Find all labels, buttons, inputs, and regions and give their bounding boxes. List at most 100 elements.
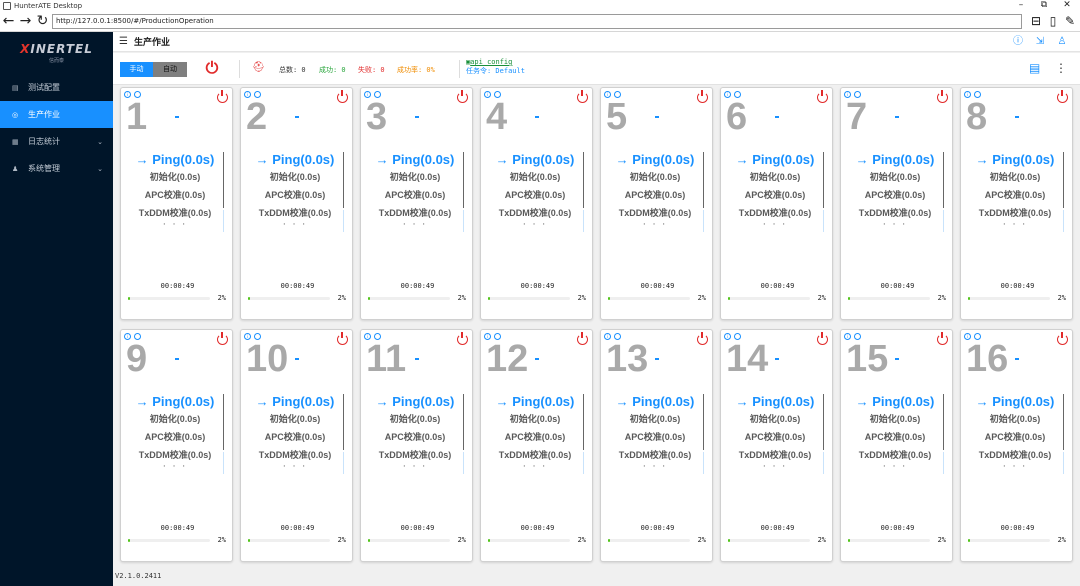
step-item: 初始化(0.0s) [149, 172, 201, 182]
station-card[interactable]: i 7 → Ping(0.0s) 初始化(0.0s) APC校准(0.0s) TxDDM校… [840, 87, 953, 320]
scrollbar-thumb[interactable] [942, 394, 944, 450]
power-icon[interactable] [337, 90, 348, 103]
scrollbar-thumb[interactable] [702, 394, 704, 450]
forward-arrow-icon[interactable]: → [17, 13, 34, 31]
step-item: APC校准(0.0s) [984, 432, 1046, 442]
config-info: ▣api_config 任务令: Default [466, 58, 525, 76]
power-icon[interactable]: ⏻ [204, 59, 220, 77]
power-icon[interactable] [217, 332, 228, 345]
power-icon[interactable] [1057, 90, 1068, 103]
scrollbar-thumb[interactable] [222, 152, 224, 208]
progress-bar [248, 297, 330, 300]
book-icon[interactable]: ▯ [1046, 14, 1060, 29]
menu-fold-icon[interactable]: ☰ [119, 36, 128, 47]
sidebar-item-system[interactable]: ♟ 系统管理 ⌄ [0, 155, 113, 182]
step-item: · · · [882, 464, 908, 470]
step-list: → Ping(0.0s) 初始化(0.0s) APC校准(0.0s) TxDDM校准(… [241, 394, 349, 470]
progress-percent: 2% [697, 536, 706, 544]
minimize-button[interactable]: – [1011, 0, 1031, 12]
station-card[interactable]: i 10 → Ping(0.0s) 初始化(0.0s) APC校准(0.0s) TxDDM… [240, 329, 353, 562]
scrollbar-track [462, 452, 464, 474]
manual-mode-button[interactable]: 手动 [120, 62, 153, 77]
station-card[interactable]: i 11 → Ping(0.0s) 初始化(0.0s) APC校准(0.0s) TxDDM… [360, 329, 473, 562]
step-item: TxDDM校准(0.0s) [738, 450, 812, 460]
power-icon[interactable] [457, 332, 468, 345]
station-card[interactable]: i 2 → Ping(0.0s) 初始化(0.0s) APC校准(0.0s) TxDDM校… [240, 87, 353, 320]
auto-mode-button[interactable]: 自动 [153, 62, 187, 77]
export-icon[interactable]: ⇲ [1033, 35, 1047, 49]
more-icon[interactable]: ⋮ [1055, 61, 1067, 75]
report-icon[interactable]: ▤ [1029, 61, 1040, 75]
scrollbar-thumb[interactable] [342, 394, 344, 450]
power-icon[interactable] [577, 90, 588, 103]
power-icon[interactable] [1057, 332, 1068, 345]
scrollbar-thumb[interactable] [462, 394, 464, 450]
power-icon[interactable] [817, 332, 828, 345]
user-icon[interactable]: ♙ [1055, 35, 1069, 49]
progress-fill [968, 539, 970, 542]
step-list: → Ping(0.0s) 初始化(0.0s) APC校准(0.0s) TxDDM校准(… [961, 394, 1069, 470]
station-card[interactable]: i 16 → Ping(0.0s) 初始化(0.0s) APC校准(0.0s) TxDDM… [960, 329, 1073, 562]
station-card[interactable]: i 6 → Ping(0.0s) 初始化(0.0s) APC校准(0.0s) TxDDM校… [720, 87, 833, 320]
power-icon[interactable] [697, 90, 708, 103]
step-item: · · · [642, 222, 668, 228]
station-number: 1 [126, 96, 148, 138]
station-number: 9 [126, 338, 148, 380]
back-arrow-icon[interactable]: ← [0, 13, 17, 31]
station-number: 12 [486, 338, 529, 380]
station-card[interactable]: i 8 → Ping(0.0s) 初始化(0.0s) APC校准(0.0s) TxDDM校… [960, 87, 1073, 320]
station-card[interactable]: i 4 → Ping(0.0s) 初始化(0.0s) APC校准(0.0s) TxDDM校… [480, 87, 593, 320]
scrollbar-thumb[interactable] [222, 394, 224, 450]
scrollbar-thumb[interactable] [822, 152, 824, 208]
scrollbar-thumb[interactable] [342, 152, 344, 208]
screenshot-icon[interactable]: ⊟ [1029, 14, 1043, 29]
scrollbar-thumb[interactable] [702, 152, 704, 208]
reset-icon[interactable]: ⛑ [252, 62, 265, 73]
station-card[interactable]: i 15 → Ping(0.0s) 初始化(0.0s) APC校准(0.0s) TxDDM… [840, 329, 953, 562]
scrollbar-thumb[interactable] [462, 152, 464, 208]
station-card[interactable]: i 5 → Ping(0.0s) 初始化(0.0s) APC校准(0.0s) TxDDM校… [600, 87, 713, 320]
power-icon[interactable] [577, 332, 588, 345]
sidebar-item-production[interactable]: ◎ 生产作业 [0, 101, 113, 128]
power-icon[interactable] [217, 90, 228, 103]
mode-switch[interactable]: 手动 自动 [120, 62, 187, 77]
scrollbar-thumb[interactable] [1062, 152, 1064, 208]
scrollbar-thumb[interactable] [942, 152, 944, 208]
power-icon[interactable] [937, 90, 948, 103]
station-card[interactable]: i 9 → Ping(0.0s) 初始化(0.0s) APC校准(0.0s) TxDDM校… [120, 329, 233, 562]
sidebar-item-log-stats[interactable]: ▦ 日志统计 ⌄ [0, 128, 113, 155]
info-icon[interactable]: ⓘ [1011, 35, 1025, 49]
reload-icon[interactable]: ↻ [34, 13, 51, 31]
power-icon[interactable] [457, 90, 468, 103]
step-item: APC校准(0.0s) [264, 190, 326, 200]
station-card[interactable]: i 3 → Ping(0.0s) 初始化(0.0s) APC校准(0.0s) TxDDM校… [360, 87, 473, 320]
logo-subtitle: 信而泰 [48, 58, 64, 64]
divider [239, 60, 240, 78]
station-card[interactable]: i 14 → Ping(0.0s) 初始化(0.0s) APC校准(0.0s) TxDDM… [720, 329, 833, 562]
power-icon[interactable] [937, 332, 948, 345]
scrollbar-thumb[interactable] [822, 394, 824, 450]
step-current: → Ping(0.0s) [135, 152, 215, 167]
scrollbar-thumb[interactable] [582, 152, 584, 208]
task-order: 任务令: Default [466, 67, 525, 75]
station-card[interactable]: i 12 → Ping(0.0s) 初始化(0.0s) APC校准(0.0s) TxDDM… [480, 329, 593, 562]
sidebar-item-test-config[interactable]: ▤ 测试配置 [0, 74, 113, 101]
step-item: · · · [762, 464, 788, 470]
step-item: 初始化(0.0s) [629, 414, 681, 424]
tools-icon[interactable]: ✎ [1063, 14, 1077, 29]
step-item: 初始化(0.0s) [749, 414, 801, 424]
step-item: TxDDM校准(0.0s) [858, 450, 932, 460]
step-item: APC校准(0.0s) [384, 432, 446, 442]
scrollbar-thumb[interactable] [1062, 394, 1064, 450]
power-icon[interactable] [337, 332, 348, 345]
maximize-button[interactable]: ⧉ [1034, 0, 1054, 12]
config-link[interactable]: api_config [470, 58, 512, 66]
close-button[interactable]: ✕ [1057, 0, 1077, 12]
scrollbar-thumb[interactable] [582, 394, 584, 450]
power-icon[interactable] [697, 332, 708, 345]
station-card[interactable]: i 1 → Ping(0.0s) 初始化(0.0s) APC校准(0.0s) TxDDM校… [120, 87, 233, 320]
status-indicator [535, 116, 539, 118]
power-icon[interactable] [817, 90, 828, 103]
station-card[interactable]: i 13 → Ping(0.0s) 初始化(0.0s) APC校准(0.0s) TxDDM… [600, 329, 713, 562]
url-bar[interactable]: http://127.0.0.1:8500/#/ProductionOperat… [52, 14, 1022, 29]
